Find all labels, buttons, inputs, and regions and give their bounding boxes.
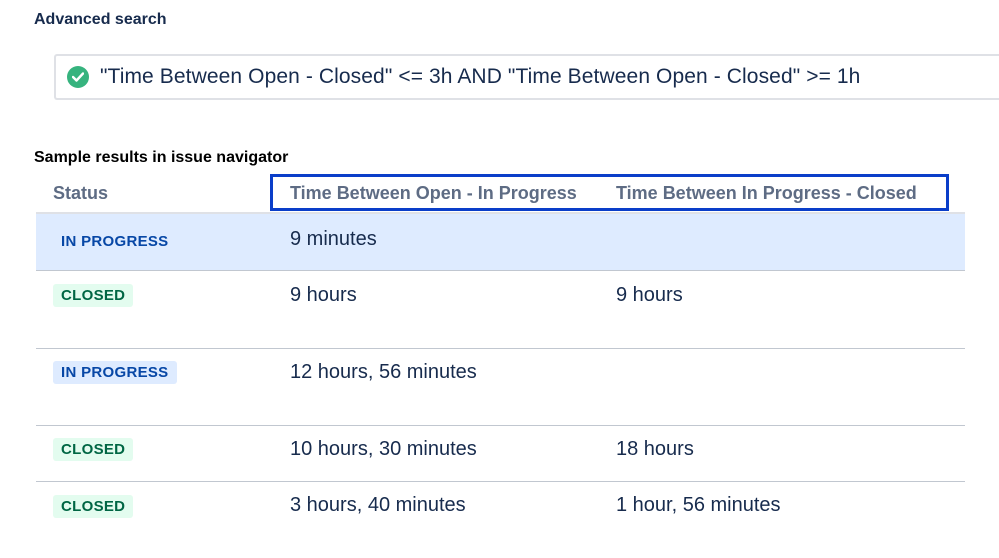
jql-query-text: "Time Between Open - Closed" <= 3h AND "… xyxy=(100,65,861,88)
cell-open-in-progress: 10 hours, 30 minutes xyxy=(290,438,477,460)
table-header: Status Time Between Open - In Progress T… xyxy=(36,168,965,214)
issue-navigator-table: Status Time Between Open - In Progress T… xyxy=(36,168,965,538)
highlight-annotation-box xyxy=(270,174,949,211)
status-lozenge: CLOSED xyxy=(53,284,134,307)
status-lozenge: IN PROGRESS xyxy=(53,361,177,384)
cell-in-progress-closed: 9 hours xyxy=(616,284,683,306)
cell-in-progress-closed: 18 hours xyxy=(616,438,694,460)
cell-open-in-progress: 3 hours, 40 minutes xyxy=(290,494,466,516)
cell-open-in-progress: 9 hours xyxy=(290,284,357,306)
column-header-status[interactable]: Status xyxy=(53,183,108,204)
table-row[interactable]: IN PROGRESS 9 minutes xyxy=(36,214,965,271)
status-lozenge: CLOSED xyxy=(53,495,134,518)
jql-query-input[interactable]: "Time Between Open - Closed" <= 3h AND "… xyxy=(54,54,999,100)
table-row[interactable]: IN PROGRESS 12 hours, 56 minutes xyxy=(36,349,965,426)
table-row[interactable]: CLOSED 3 hours, 40 minutes 1 hour, 56 mi… xyxy=(36,482,965,538)
cell-open-in-progress: 9 minutes xyxy=(290,228,377,250)
status-lozenge: CLOSED xyxy=(53,438,134,461)
table-row[interactable]: CLOSED 10 hours, 30 minutes 18 hours xyxy=(36,426,965,482)
advanced-search-title: Advanced search xyxy=(34,11,167,28)
cell-open-in-progress: 12 hours, 56 minutes xyxy=(290,361,477,383)
sample-results-title: Sample results in issue navigator xyxy=(34,149,289,166)
status-lozenge: IN PROGRESS xyxy=(61,233,169,250)
cell-in-progress-closed: 1 hour, 56 minutes xyxy=(616,494,781,516)
check-circle-icon xyxy=(67,66,89,88)
table-row[interactable]: CLOSED 9 hours 9 hours xyxy=(36,271,965,349)
